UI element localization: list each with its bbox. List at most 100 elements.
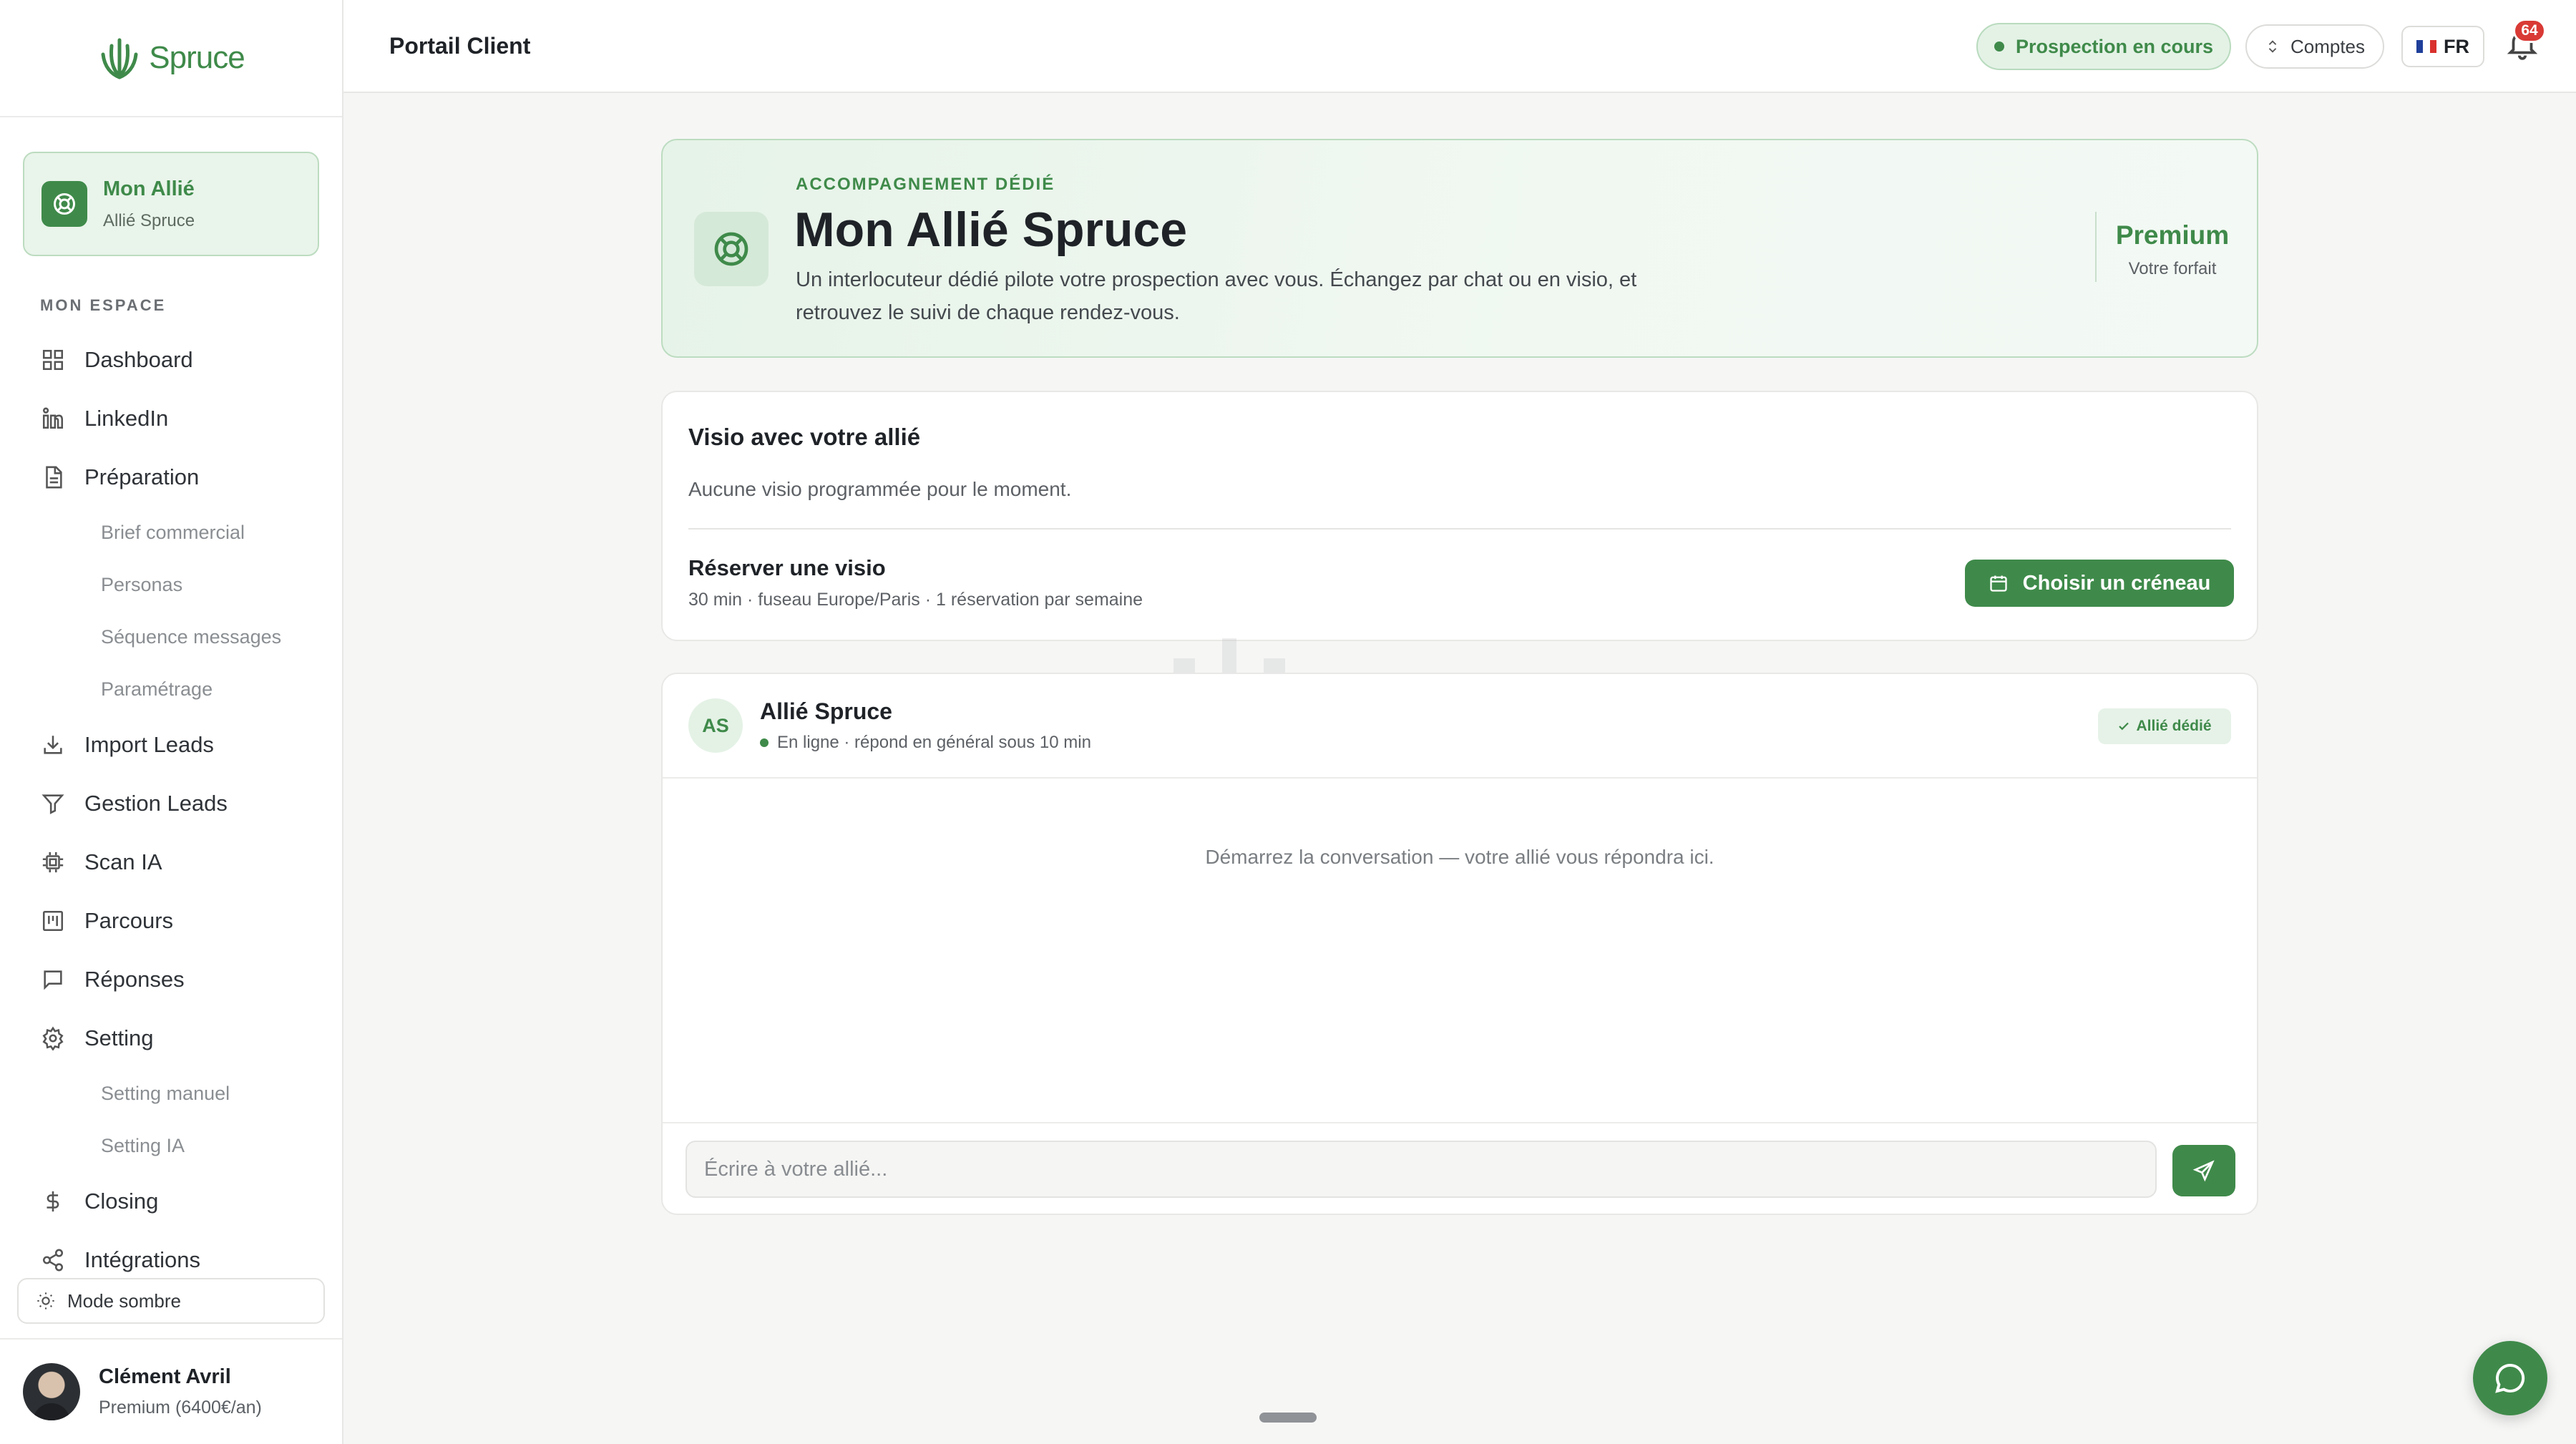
sidebar-item-label: Préparation: [84, 464, 200, 489]
sidebar-item-label: Dashboard: [84, 347, 193, 372]
visio-card: Visio avec votre allié Aucune visio prog…: [661, 391, 2258, 641]
sidebar-item-closing[interactable]: Closing: [0, 1172, 342, 1231]
sidebar-item-label: Closing: [84, 1189, 159, 1214]
sidebar-ally-card[interactable]: Mon Allié Allié Spruce: [23, 152, 319, 256]
status-dot-icon: [1994, 42, 2004, 52]
filter-icon: [39, 789, 67, 818]
divider: [688, 528, 2231, 530]
section-label: MON ESPACE: [40, 296, 167, 314]
chat-composer: [663, 1122, 2257, 1214]
sidebar-nav: Dashboard LinkedIn Préparation Brief com…: [0, 331, 342, 1289]
kanban-icon: [39, 907, 67, 935]
document-icon: [39, 463, 67, 492]
sidebar-item-reponses[interactable]: Réponses: [0, 950, 342, 1009]
send-button[interactable]: [2172, 1145, 2235, 1196]
divider: [2095, 212, 2097, 282]
notification-count-badge: 64: [2513, 19, 2546, 43]
prospection-status-badge[interactable]: Prospection en cours: [1976, 23, 2231, 70]
user-profile[interactable]: Clément Avril Premium (6400€/an): [0, 1338, 342, 1444]
chat-card: AS Allié Spruce En ligne · répond en gén…: [661, 673, 2258, 1215]
sidebar-subitem-setting-ia[interactable]: Setting IA: [0, 1120, 342, 1172]
choose-slot-button[interactable]: Choisir un créneau: [1965, 560, 2234, 607]
hero-title: Mon Allié Spruce: [794, 203, 1188, 257]
accounts-label: Comptes: [2290, 35, 2366, 57]
lifebuoy-icon: [42, 181, 87, 227]
linkedin-icon: [39, 404, 67, 433]
chat-header: AS Allié Spruce En ligne · répond en gén…: [663, 674, 2257, 779]
sidebar-item-label: Intégrations: [84, 1247, 200, 1272]
accounts-switcher-button[interactable]: Comptes: [2245, 24, 2384, 69]
sidebar: Spruce Mon Allié Allié Spruce MON ESPACE…: [0, 0, 343, 1444]
lifebuoy-icon: [694, 212, 769, 286]
plan-label: Votre forfait: [2128, 259, 2217, 278]
ally-status-text: En ligne · répond en général sous 10 min: [777, 733, 1091, 752]
ally-avatar: AS: [688, 698, 743, 753]
sidebar-item-parcours[interactable]: Parcours: [0, 892, 342, 950]
france-flag-icon: [2416, 40, 2436, 53]
sidebar-item-label: Setting: [84, 1025, 154, 1050]
ally-status: En ligne · répond en général sous 10 min: [760, 733, 1091, 753]
watermark-icon: [1174, 638, 1285, 673]
calendar-icon: [1989, 575, 2007, 592]
language-label: FR: [2444, 35, 2469, 57]
language-selector[interactable]: FR: [2401, 26, 2484, 67]
sidebar-item-label: LinkedIn: [84, 406, 169, 431]
sidebar-subitem-brief[interactable]: Brief commercial: [0, 507, 342, 559]
chat-fab-button[interactable]: [2473, 1341, 2547, 1415]
avatar: [23, 1363, 80, 1420]
chevron-up-down-icon: [2268, 40, 2277, 53]
sidebar-subitem-parametrage[interactable]: Paramétrage: [0, 663, 342, 716]
sidebar-subitem-setting-manuel[interactable]: Setting manuel: [0, 1068, 342, 1120]
spruce-logo-icon: [101, 38, 138, 79]
user-name: Clément Avril: [99, 1365, 231, 1388]
sidebar-item-linkedin[interactable]: LinkedIn: [0, 389, 342, 448]
sidebar-item-import-leads[interactable]: Import Leads: [0, 716, 342, 774]
chip-icon: [39, 848, 67, 877]
logo[interactable]: Spruce: [0, 0, 342, 117]
visio-book-title: Réserver une visio: [688, 555, 886, 580]
share-icon: [39, 1246, 67, 1274]
hero-kicker: ACCOMPAGNEMENT DÉDIÉ: [796, 175, 1055, 194]
visio-book-meta: 30 min · fuseau Europe/Paris · 1 réserva…: [688, 590, 1143, 610]
sidebar-item-label: Parcours: [84, 908, 174, 933]
chat-bubble-icon: [2495, 1363, 2525, 1393]
download-icon: [39, 731, 67, 759]
visio-empty-state: Aucune visio programmée pour le moment.: [688, 478, 1072, 500]
topbar: Portail Client Prospection en cours Comp…: [343, 0, 2576, 93]
sidebar-item-dashboard[interactable]: Dashboard: [0, 331, 342, 389]
gear-icon: [39, 1024, 67, 1053]
user-plan: Premium (6400€/an): [99, 1397, 262, 1418]
sidebar-item-scan-ia[interactable]: Scan IA: [0, 833, 342, 892]
message-icon: [39, 965, 67, 994]
ally-card-subtitle: Allié Spruce: [103, 210, 195, 230]
ally-hero-card: ACCOMPAGNEMENT DÉDIÉ Mon Allié Spruce Un…: [661, 139, 2258, 358]
dedicated-ally-label: Allié dédié: [2136, 718, 2212, 734]
dark-mode-label: Mode sombre: [67, 1289, 181, 1312]
status-label: Prospection en cours: [2015, 35, 2214, 57]
drag-handle[interactable]: [1259, 1413, 1317, 1423]
online-dot-icon: [760, 738, 769, 747]
page-title: Portail Client: [389, 33, 531, 59]
sidebar-item-label: Scan IA: [84, 849, 162, 874]
dedicated-ally-badge: Allié dédié: [2098, 708, 2231, 744]
hero-description: Un interlocuteur dédié pilote votre pros…: [796, 268, 1637, 324]
chat-message-input[interactable]: [686, 1141, 2157, 1198]
dark-mode-toggle[interactable]: Mode sombre: [17, 1278, 325, 1324]
sidebar-item-label: Réponses: [84, 967, 185, 992]
sidebar-subitem-personas[interactable]: Personas: [0, 559, 342, 611]
sidebar-item-gestion-leads[interactable]: Gestion Leads: [0, 774, 342, 833]
chat-empty-state: Démarrez la conversation — votre allié v…: [1205, 846, 1714, 868]
sidebar-item-preparation[interactable]: Préparation: [0, 448, 342, 507]
sidebar-item-label: Import Leads: [84, 732, 214, 757]
dollar-icon: [39, 1187, 67, 1216]
plan-name: Premium: [2115, 220, 2230, 250]
grid-icon: [39, 346, 67, 374]
logo-text: Spruce: [149, 40, 245, 75]
sidebar-subitem-sequence[interactable]: Séquence messages: [0, 611, 342, 663]
send-icon: [2192, 1160, 2215, 1182]
check-icon: [2119, 722, 2129, 731]
choose-slot-label: Choisir un créneau: [2022, 571, 2211, 595]
visio-title: Visio avec votre allié: [688, 424, 921, 450]
sidebar-item-setting[interactable]: Setting: [0, 1009, 342, 1068]
sun-icon: [37, 1292, 54, 1309]
